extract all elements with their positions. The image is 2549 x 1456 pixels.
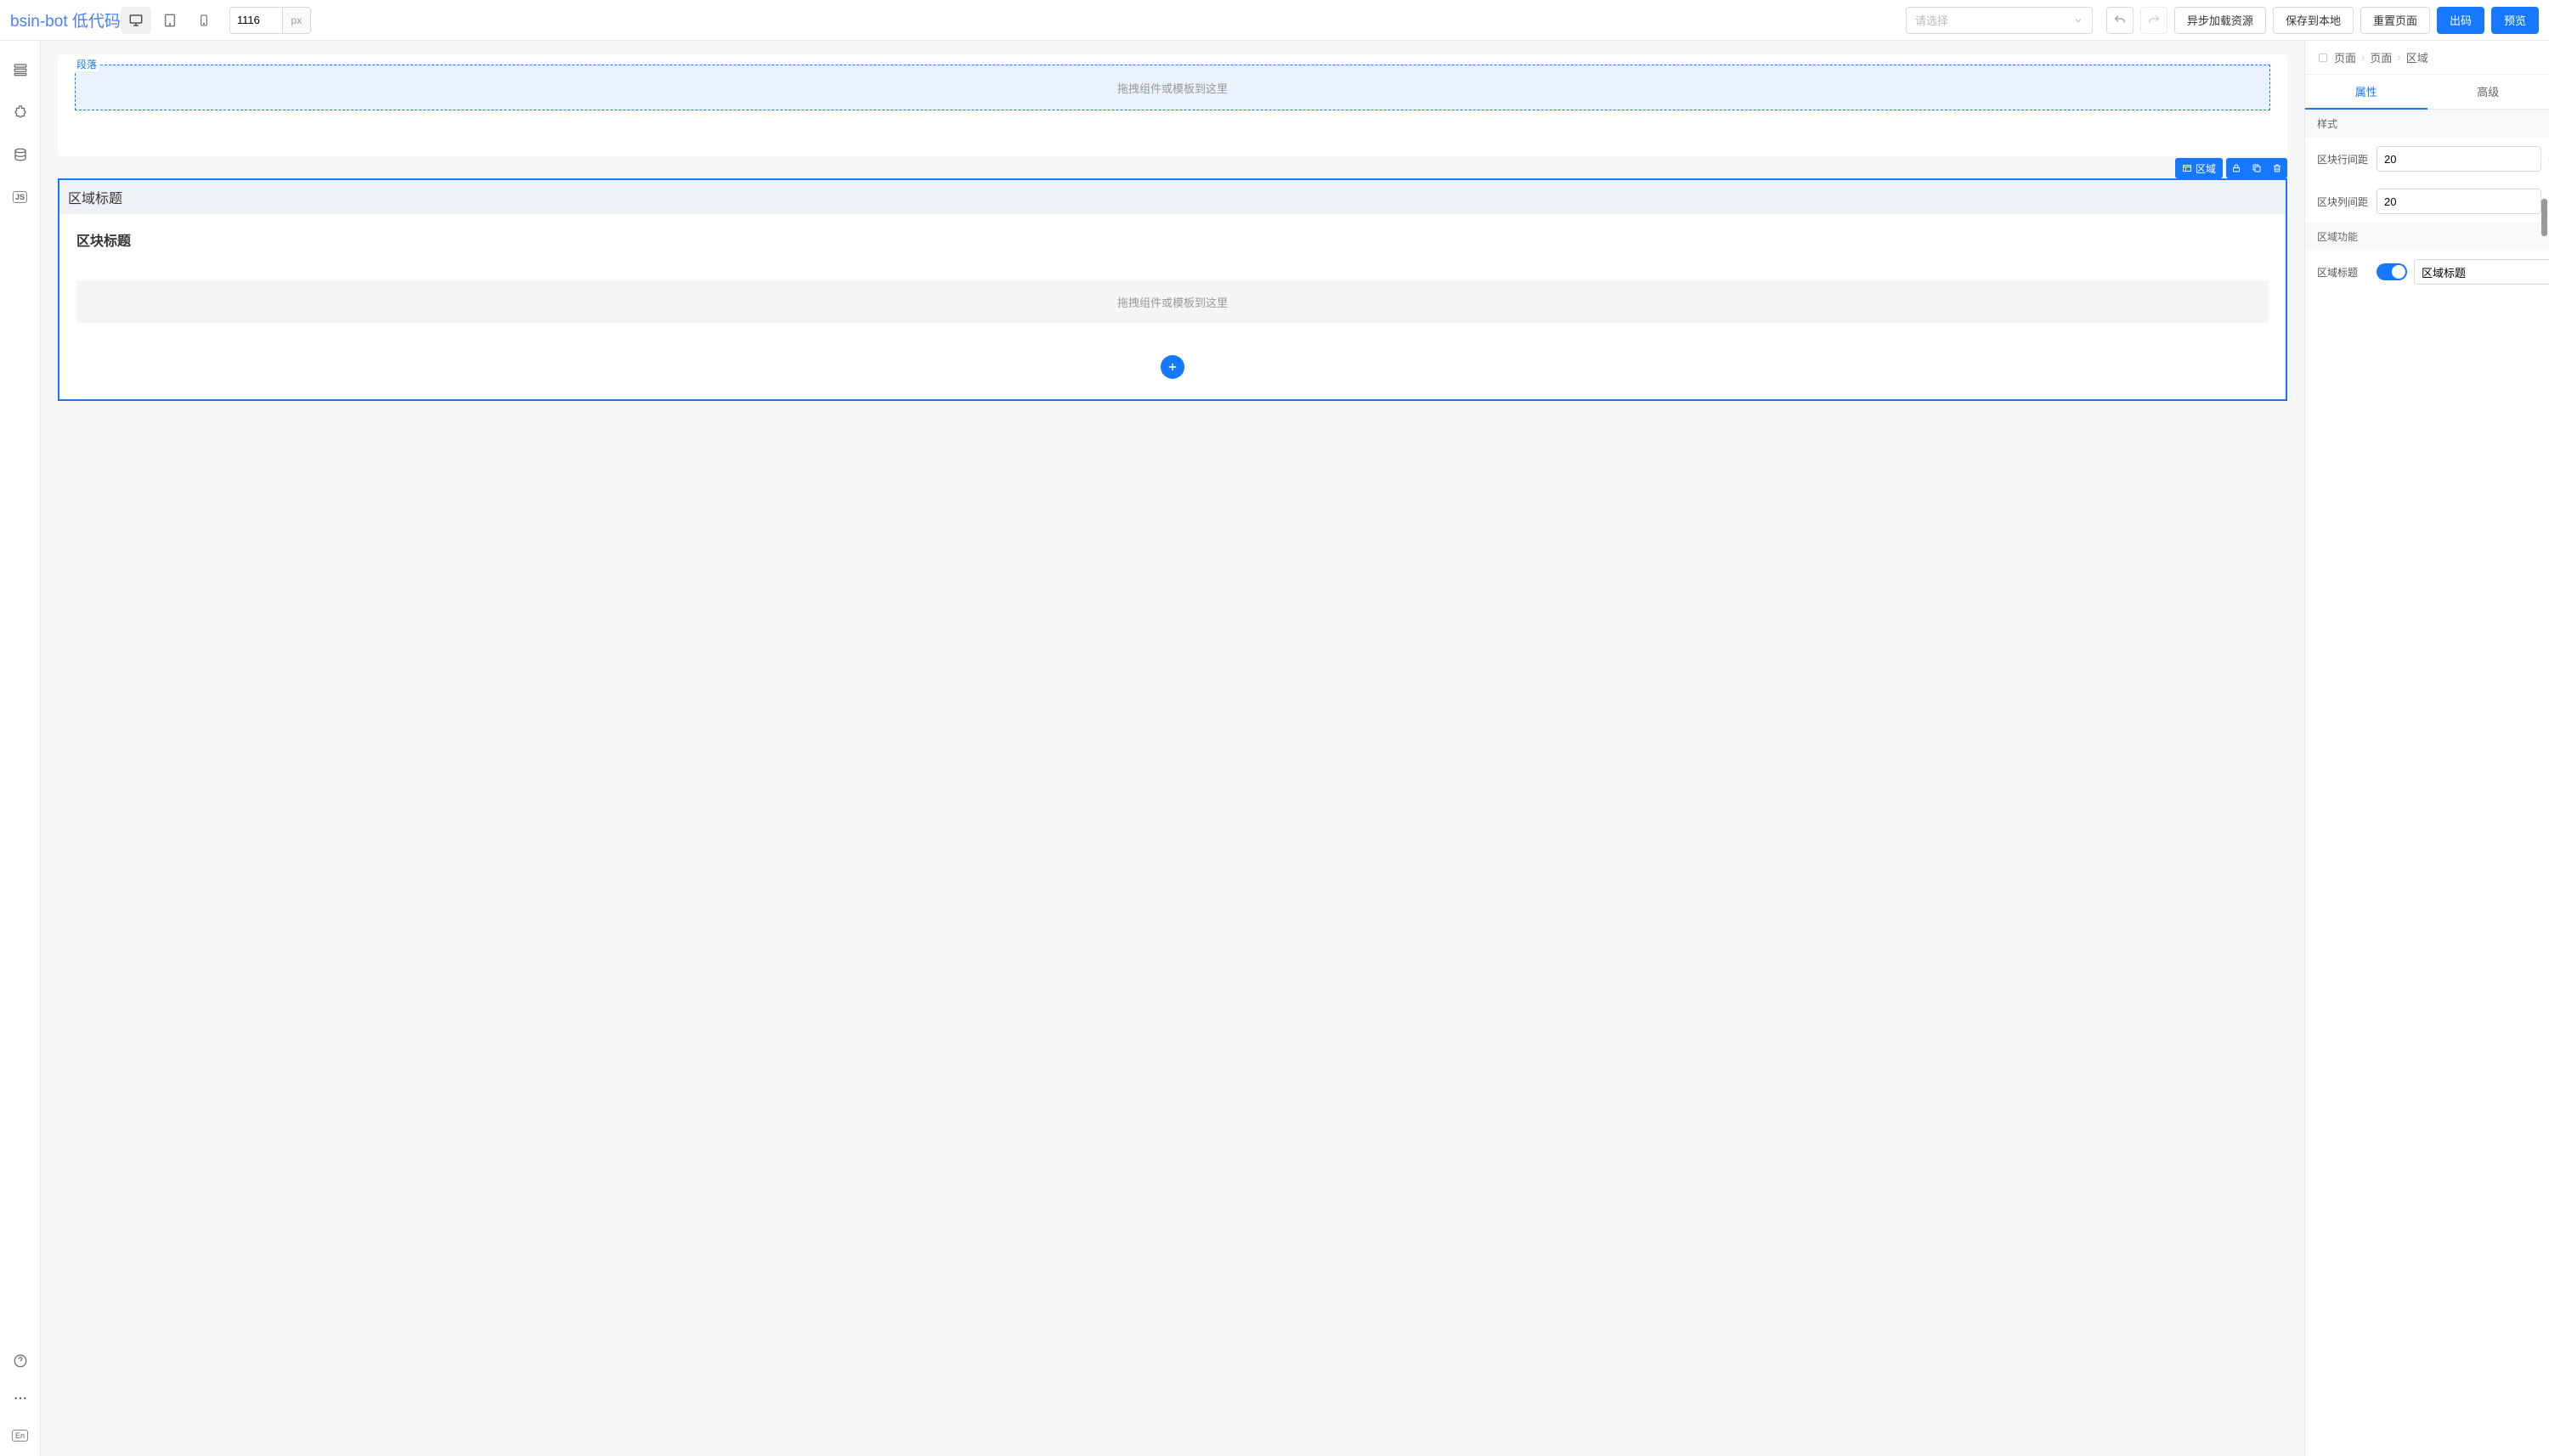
- paragraph-drop-zone[interactable]: 拖拽组件或模板到这里: [75, 65, 2270, 110]
- database-icon: [13, 147, 28, 162]
- lang-icon: En: [12, 1430, 28, 1442]
- region-title-label: 区域标题: [2317, 265, 2370, 279]
- block-title: 区块标题: [76, 229, 2269, 250]
- redo-button[interactable]: [2140, 7, 2167, 34]
- reset-page-button[interactable]: 重置页面: [2360, 7, 2430, 34]
- section-style-title: 样式: [2305, 110, 2549, 138]
- region-copy-button[interactable]: [2247, 158, 2267, 178]
- js-icon: JS: [13, 191, 27, 203]
- rail-data-button[interactable]: [12, 146, 29, 163]
- row-gap-input[interactable]: [2377, 146, 2541, 172]
- trash-icon: [2272, 163, 2282, 173]
- help-icon: [13, 1353, 28, 1369]
- rail-js-button[interactable]: JS: [12, 189, 29, 206]
- preview-button[interactable]: 预览: [2491, 7, 2539, 34]
- rail-help-button[interactable]: [12, 1352, 29, 1369]
- add-block-button[interactable]: [1161, 355, 1184, 379]
- desktop-icon: [128, 13, 144, 28]
- device-tablet-button[interactable]: [155, 7, 185, 34]
- region-component[interactable]: 区域: [58, 178, 2287, 401]
- mobile-icon: [197, 13, 211, 28]
- copy-icon: [2252, 163, 2262, 173]
- region-title-switch[interactable]: [2377, 263, 2407, 280]
- block-drop-zone[interactable]: 拖拽组件或模板到这里: [76, 280, 2269, 323]
- more-icon: [13, 1391, 28, 1406]
- chevron-down-icon: [2073, 15, 2083, 25]
- rail-lang-button[interactable]: En: [12, 1427, 29, 1444]
- layout-icon: [13, 62, 28, 77]
- breadcrumb: 页面 › 页面 › 区域: [2305, 41, 2549, 75]
- region-title-input[interactable]: [2414, 259, 2549, 285]
- rail-more-button[interactable]: [12, 1390, 29, 1407]
- tab-advanced[interactable]: 高级: [2427, 75, 2549, 110]
- device-mobile-button[interactable]: [189, 7, 219, 34]
- scrollbar-thumb[interactable]: [2541, 199, 2547, 236]
- breadcrumb-item[interactable]: 页面: [2370, 49, 2392, 65]
- col-gap-input[interactable]: [2377, 189, 2541, 214]
- rail-layout-button[interactable]: [12, 61, 29, 78]
- canvas-width-unit: px: [282, 7, 311, 34]
- undo-button[interactable]: [2106, 7, 2134, 34]
- async-load-button[interactable]: 异步加载资源: [2174, 7, 2266, 34]
- paragraph-label: 段落: [75, 57, 99, 71]
- breadcrumb-item[interactable]: 页面: [2334, 49, 2356, 65]
- region-icon: [2182, 163, 2192, 173]
- row-gap-label: 区块行间距: [2317, 152, 2370, 166]
- region-toolbar-label[interactable]: 区域: [2175, 161, 2223, 176]
- save-local-button[interactable]: 保存到本地: [2273, 7, 2354, 34]
- plus-icon: [1167, 361, 1178, 373]
- rail-components-button[interactable]: [12, 104, 29, 121]
- lock-icon: [2231, 163, 2241, 173]
- undo-icon: [2113, 14, 2127, 27]
- tab-attributes[interactable]: 属性: [2305, 75, 2427, 110]
- properties-panel: 页面 › 页面 › 区域 属性 高级 样式 区块行间距 {/} 区块列间距 {/…: [2304, 41, 2549, 1456]
- canvas-area: 段落 拖拽组件或模板到这里 区域: [41, 41, 2304, 1456]
- header-select-placeholder: 请选择: [1915, 12, 1948, 28]
- export-code-button[interactable]: 出码: [2437, 7, 2484, 34]
- region-title: 区域标题: [59, 180, 2286, 214]
- section-region-func-title: 区域功能: [2305, 223, 2549, 251]
- region-delete-button[interactable]: [2267, 158, 2287, 178]
- puzzle-icon: [13, 104, 28, 120]
- col-gap-label: 区块列间距: [2317, 195, 2370, 209]
- redo-icon: [2147, 14, 2161, 27]
- breadcrumb-icon: [2317, 52, 2329, 64]
- app-logo: bsin-bot 低代码: [10, 8, 121, 31]
- left-rail: JS En: [0, 41, 41, 1456]
- device-switcher: [121, 7, 219, 34]
- tablet-icon: [162, 13, 178, 28]
- region-lock-button[interactable]: [2226, 158, 2247, 178]
- header-select[interactable]: 请选择: [1906, 7, 2093, 34]
- breadcrumb-item[interactable]: 区域: [2406, 49, 2428, 65]
- device-desktop-button[interactable]: [121, 7, 151, 34]
- canvas-width-input[interactable]: [229, 7, 282, 34]
